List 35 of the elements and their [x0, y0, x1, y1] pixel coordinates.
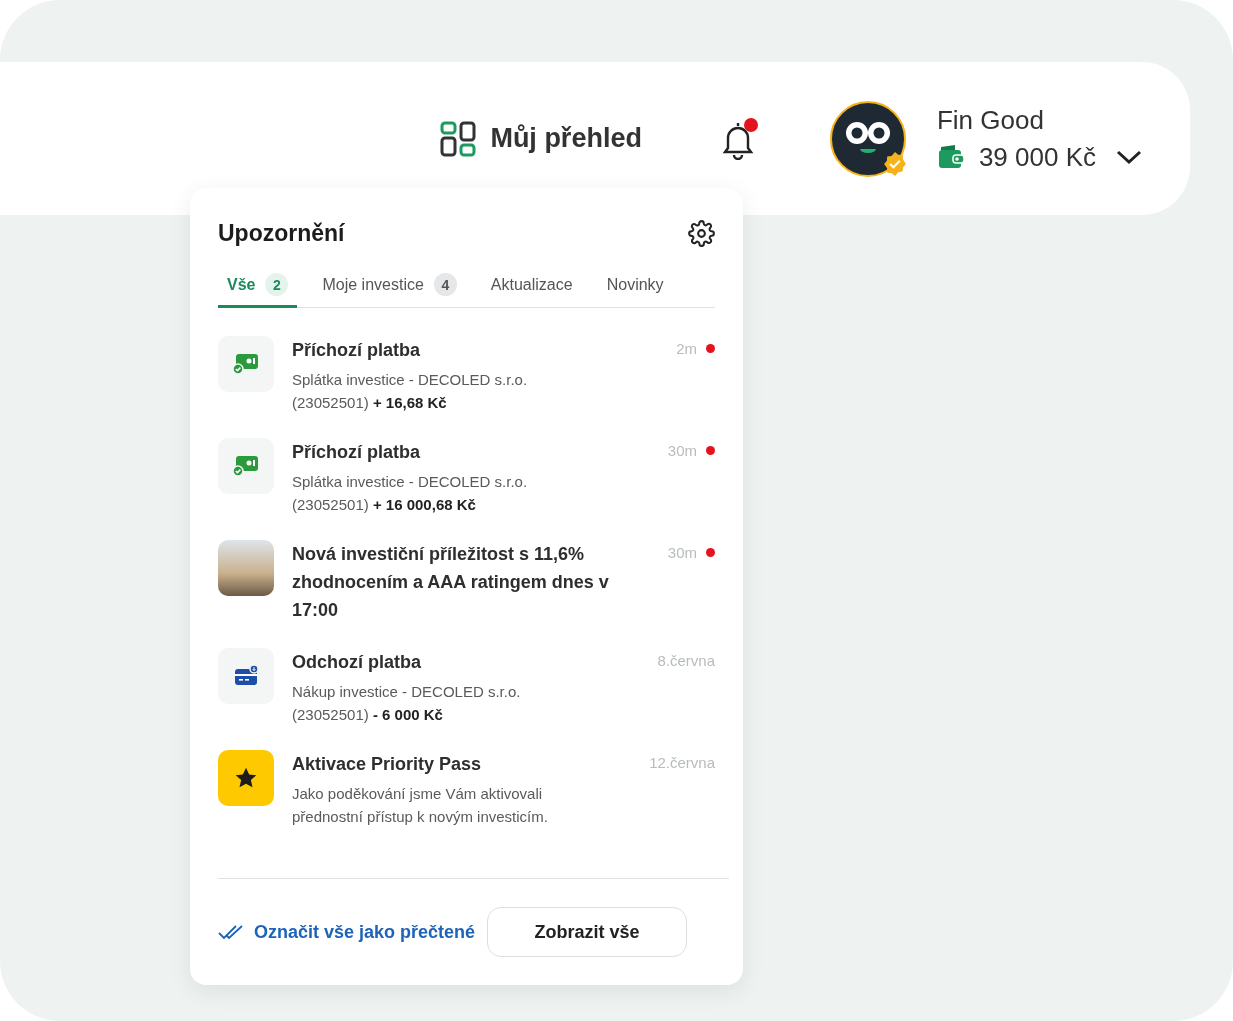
grid-icon: [440, 120, 477, 157]
double-check-icon: [218, 924, 244, 940]
chevron-down-icon[interactable]: [1116, 149, 1142, 165]
notification-title: Odchozí platba: [292, 651, 422, 674]
card-check-icon: [218, 336, 274, 392]
notification-text: Nákup investice - DECOLED s.r.o. (23052501) - 6 000 Kč: [292, 682, 522, 725]
photo-placeholder: [218, 540, 274, 596]
time-label: 8.června: [657, 652, 715, 669]
settings-icon[interactable]: [688, 220, 715, 247]
show-all-button[interactable]: Zobrazit vše: [487, 907, 687, 957]
count-badge: 2: [265, 273, 289, 296]
dashboard-link[interactable]: Můj přehled: [440, 120, 642, 157]
tab[interactable]: Moje investice 4: [313, 273, 466, 308]
wallet-icon: [936, 144, 965, 170]
mark-all-read-link[interactable]: Označit vše jako přečtené: [218, 921, 476, 943]
notification-title: Nová investiční příležitost s 11,6% zhodnocením a AAA ratingem dnes v 17:00: [292, 543, 610, 622]
tab[interactable]: Vše 2: [218, 273, 298, 308]
time-label: 30m: [667, 442, 697, 459]
time-label: 30m: [667, 544, 697, 561]
notification-text: Splátka investice - DECOLED s.r.o. (23052501) + 16,68 Kč: [292, 370, 529, 413]
time-label: 12.června: [649, 754, 715, 771]
time-label: 2m: [676, 340, 697, 357]
notification-title: Aktivace Priority Pass: [292, 753, 483, 776]
count-badge: 4: [433, 273, 457, 296]
wallet-balance: 39 000 Kč: [978, 141, 1096, 173]
notification-text: Jako poděkování jsme Vám aktivovali přednostní přístup k novým investicím.: [292, 784, 549, 827]
user-name: Fin Good: [936, 104, 1045, 136]
notification-title: Příchozí platba: [292, 441, 422, 464]
panel-title: Upozornění: [218, 220, 345, 247]
tab[interactable]: Novinky: [597, 273, 673, 308]
card-check-icon: [218, 438, 274, 494]
notification-text: Splátka investice - DECOLED s.r.o. (23052501) + 16 000,68 Kč: [292, 472, 529, 515]
tab[interactable]: Aktualizace: [481, 273, 582, 308]
notification-title: Příchozí platba: [292, 339, 422, 362]
card-icon: [218, 648, 274, 704]
